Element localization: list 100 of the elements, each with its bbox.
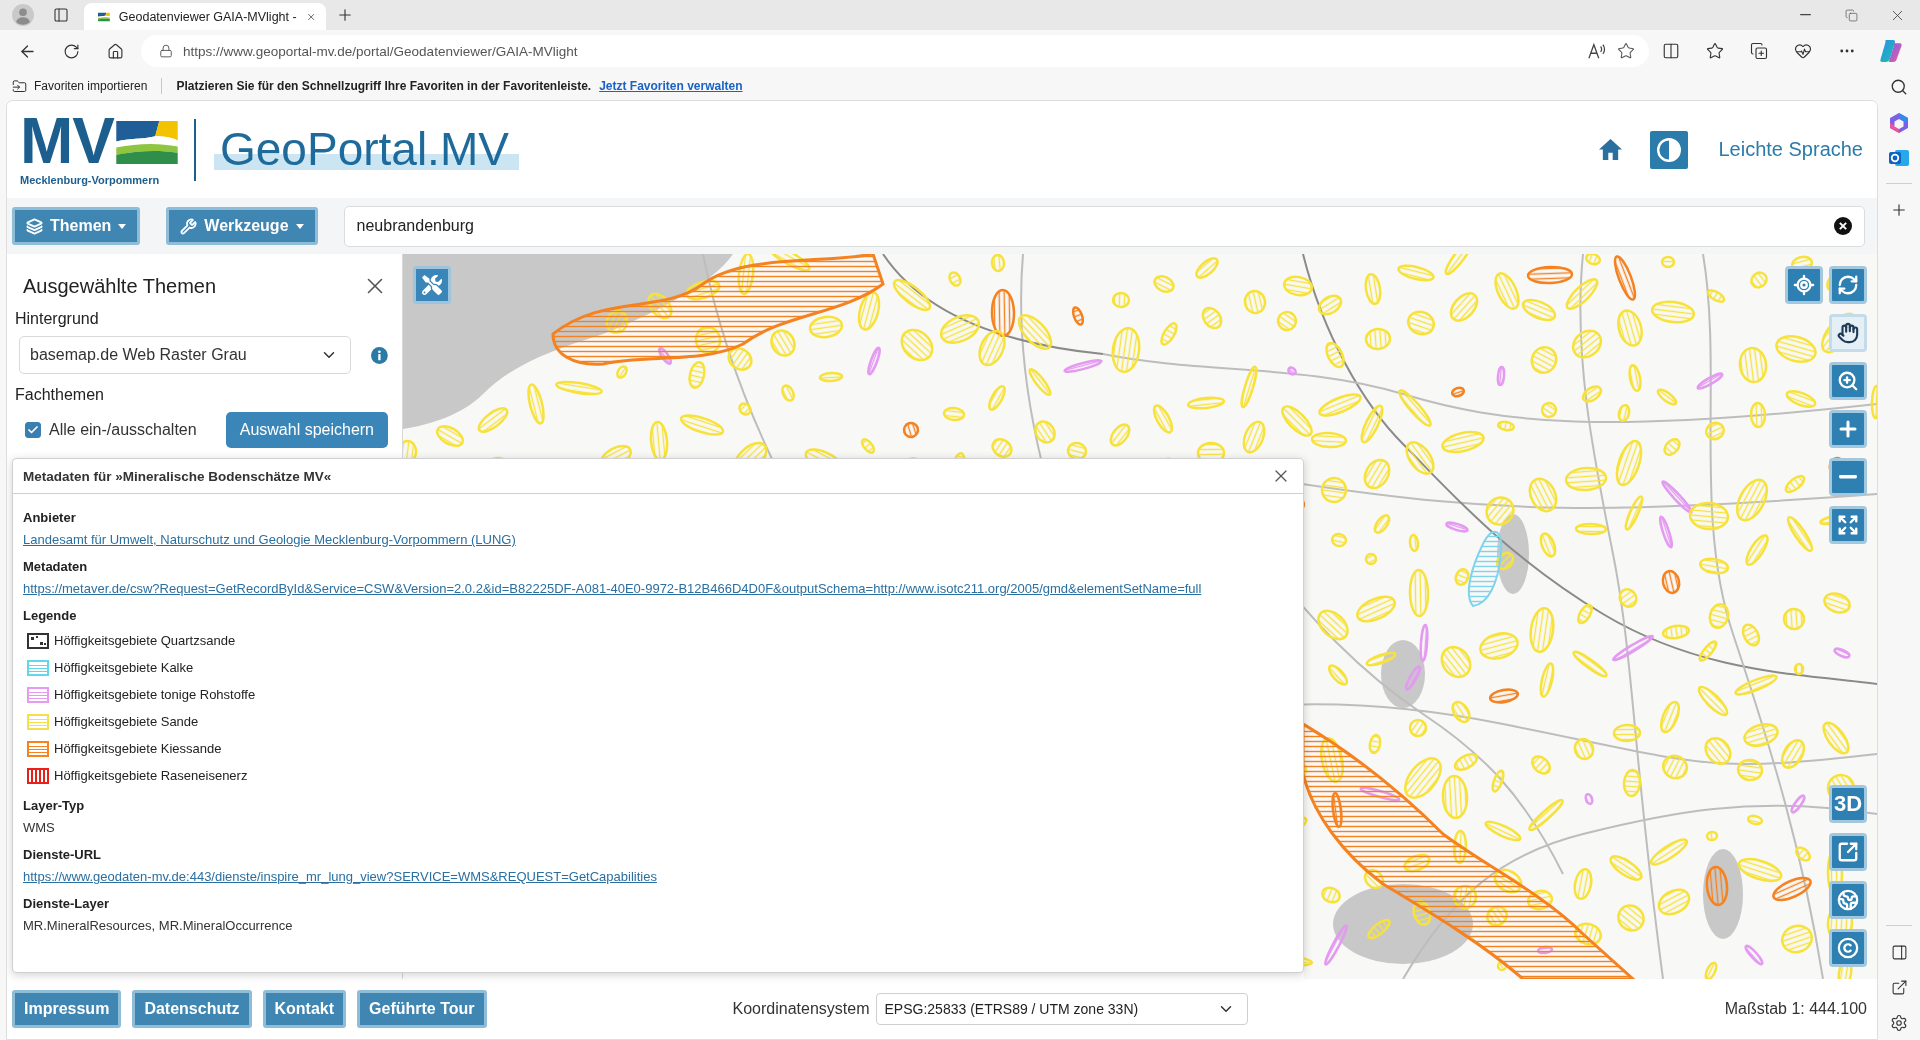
star-icon[interactable] xyxy=(1706,42,1724,60)
section-heading: Legende xyxy=(23,607,78,625)
plus-icon[interactable] xyxy=(1890,201,1908,219)
metadata-value: WMS xyxy=(23,820,55,835)
minimize-icon[interactable] xyxy=(1799,14,1811,16)
legend-label: Höffigkeitsgebiete tonige Rohstoffe xyxy=(54,687,256,702)
home-icon[interactable] xyxy=(1599,139,1623,160)
easy-language-link[interactable]: Leichte Sprache xyxy=(1718,138,1863,161)
metadata-link[interactable]: Landesamt für Umwelt, Naturschutz und Geologie Mecklenburg-Vorpommern (LUNG) xyxy=(23,532,516,547)
expand-icon xyxy=(1837,514,1859,536)
caret-icon xyxy=(295,223,304,229)
checkbox-label[interactable]: Alle ein-/ausschalten xyxy=(49,421,197,439)
external-link-icon xyxy=(1837,841,1859,863)
crs-select[interactable]: EPSG:25833 (ETRS89 / UTM zone 33N) xyxy=(875,993,1248,1025)
panel-right-icon[interactable] xyxy=(1890,944,1908,961)
favorites-bar-message: Platzieren Sie für den Schnellzugriff Ihre Favoriten in der Favoritenleiste. xyxy=(176,79,592,93)
star-icon[interactable] xyxy=(1617,42,1635,60)
columns-icon[interactable] xyxy=(1662,42,1680,60)
pan-button[interactable] xyxy=(1829,314,1867,352)
legend-label: Höffigkeitsgebiete Kalke xyxy=(54,660,194,675)
hexagon-logo-icon[interactable] xyxy=(1890,113,1908,133)
swirl-logo-icon[interactable] xyxy=(1880,40,1902,62)
browser-tab[interactable]: Geodatenviewer GAIA-MVlight - xyxy=(84,3,326,30)
attribution-button[interactable] xyxy=(1829,929,1867,967)
globe-button[interactable] xyxy=(1829,881,1867,919)
save-selection-button[interactable]: Auswahl speichern xyxy=(225,412,388,448)
panel-left-icon[interactable] xyxy=(53,7,69,23)
legend-label: Höffigkeitsgebiete Raseneisenerz xyxy=(54,768,248,783)
tools-button[interactable] xyxy=(413,266,451,304)
section-heading: Layer-Typ xyxy=(23,797,86,815)
footer-link-button[interactable]: Datenschutz xyxy=(132,990,252,1028)
locate-button[interactable] xyxy=(1785,266,1823,304)
footer-link-button[interactable]: Kontakt xyxy=(262,990,347,1028)
background-select[interactable]: basemap.de Web Raster Grau xyxy=(19,336,352,374)
crs-label: Koordinatensystem xyxy=(732,1000,870,1018)
section-heading: Dienste-Layer xyxy=(23,895,110,913)
view-3d-button[interactable]: 3D xyxy=(1829,785,1867,823)
panel-title: Ausgewählte Themen xyxy=(23,274,217,298)
new-tab-icon[interactable] xyxy=(336,6,354,24)
contrast-button[interactable] xyxy=(1650,130,1689,169)
settings-icon[interactable] xyxy=(1890,1014,1908,1032)
share-button[interactable] xyxy=(1829,833,1867,871)
metadata-link[interactable]: https://www.geodaten-mv.de:443/dienste/inspire_mr_lung_view?SERVICE=WMS&REQUEST=GetCapabilities xyxy=(23,869,657,884)
legend-label: Höffigkeitsgebiete Kiessande xyxy=(54,741,222,756)
address-field[interactable]: https://www.geoportal-mv.de/portal/Geodatenviewer/GAIA-MVlight xyxy=(141,35,1649,67)
dialog-title: Metadaten für »Mineralische Bodenschätze MV« xyxy=(23,468,332,484)
search-field[interactable]: neubrandenburg xyxy=(343,205,1865,247)
import-favorites-button[interactable]: Favoriten importieren xyxy=(12,78,148,94)
clear-icon[interactable] xyxy=(1834,217,1852,235)
external-link-icon[interactable] xyxy=(1890,979,1908,996)
folder-icon xyxy=(12,78,27,94)
scale-label: Maßstab 1: 444.100 xyxy=(1724,1000,1867,1018)
refresh-icon xyxy=(1837,274,1859,296)
zoom-in-button[interactable] xyxy=(1829,410,1867,448)
globe-icon xyxy=(1837,889,1859,911)
logo-text: MV xyxy=(20,113,114,171)
reload-icon[interactable] xyxy=(62,42,80,60)
wrench-icon xyxy=(180,217,198,235)
check-icon xyxy=(27,424,39,436)
hand-icon xyxy=(1837,322,1859,344)
section-heading: Hintergrund xyxy=(15,309,100,329)
refresh-button[interactable] xyxy=(1829,266,1867,304)
zoom-out-button[interactable] xyxy=(1829,458,1867,496)
minus-icon xyxy=(1839,475,1857,479)
footer-link-button[interactable]: Impressum xyxy=(12,990,122,1028)
metadata-value: MR.MineralResources, MR.MineralOccurrence xyxy=(23,918,293,933)
crosshair-icon xyxy=(1793,274,1815,296)
search-icon[interactable] xyxy=(1890,78,1908,96)
mail-app-icon[interactable] xyxy=(1889,150,1909,166)
menu-button[interactable]: Werkzeuge xyxy=(166,207,318,245)
contrast-icon xyxy=(1657,137,1682,162)
flag-logo-icon xyxy=(116,120,178,164)
zoom-box-button[interactable] xyxy=(1829,362,1867,400)
copy-plus-icon[interactable] xyxy=(1750,42,1768,60)
full-extent-button[interactable] xyxy=(1829,506,1867,544)
section-heading: Anbieter xyxy=(23,509,77,527)
menu-button[interactable]: Themen xyxy=(12,207,141,245)
metadata-link[interactable]: https://metaver.de/csw?Request=GetRecordById&Service=CSW&Version=2.0.2&id=B82225DF-A081-40E0-9972-B12B466D4D0F&outputSchema=http://www.isotc211.org/2005/gmd&elementSetName=full xyxy=(23,581,1202,596)
info-icon[interactable] xyxy=(371,346,388,364)
caret-icon xyxy=(118,223,127,229)
heart-pulse-icon[interactable] xyxy=(1794,42,1812,60)
zoom-in-icon xyxy=(1837,370,1859,392)
restore-icon[interactable] xyxy=(1844,8,1858,22)
section-heading: Dienste-URL xyxy=(23,846,102,864)
legend-label: Höffigkeitsgebiete Sande xyxy=(54,714,199,729)
legend-label: Höffigkeitsgebiete Quartzsande xyxy=(54,633,236,648)
wrench-screwdriver-icon xyxy=(422,275,442,295)
layers-icon xyxy=(26,217,43,235)
section-heading: Fachthemen xyxy=(15,385,105,405)
checkbox[interactable] xyxy=(25,422,41,438)
footer-link-button[interactable]: Geführte Tour xyxy=(357,990,487,1028)
flag-icon xyxy=(98,10,110,23)
section-heading: Metadaten xyxy=(23,558,89,576)
manage-favorites-link[interactable]: Jetzt Favoriten verwalten xyxy=(599,79,743,93)
home-icon[interactable] xyxy=(106,42,124,60)
lock-icon xyxy=(159,44,173,58)
person-icon[interactable] xyxy=(12,4,34,26)
copyright-icon xyxy=(1837,937,1859,959)
letter-sound-waves-icon[interactable] xyxy=(1587,42,1607,60)
logo-caption: Mecklenburg-Vorpommern xyxy=(20,173,161,186)
